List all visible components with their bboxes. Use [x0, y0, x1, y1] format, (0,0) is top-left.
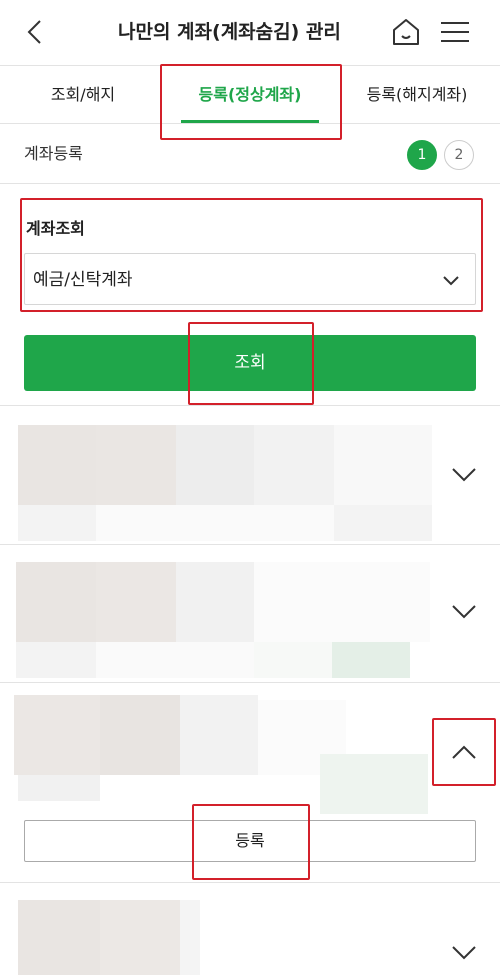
back-button[interactable]	[22, 16, 50, 48]
divider	[0, 682, 500, 683]
step-title: 계좌등록	[24, 144, 83, 163]
chevron-down-icon[interactable]	[450, 943, 478, 963]
chevron-left-icon	[27, 20, 41, 44]
chevron-down-icon[interactable]	[450, 465, 478, 485]
app-header: 나만의 계좌(계좌숨김) 관리	[0, 0, 500, 66]
tab-register-normal[interactable]: 등록(정상계좌)	[166, 66, 334, 124]
home-button[interactable]	[390, 16, 422, 48]
account-type-select[interactable]: 예금/신탁계좌	[24, 253, 476, 305]
masked-account-info	[18, 505, 96, 541]
masked-account-info	[14, 695, 100, 775]
tab-inquiry-cancel[interactable]: 조회/해지	[0, 66, 166, 124]
masked-account-info	[254, 425, 334, 505]
masked-account-info	[96, 562, 176, 642]
divider	[0, 882, 500, 883]
page-title: 나만의 계좌(계좌숨김) 관리	[118, 21, 341, 43]
masked-account-info	[96, 505, 334, 541]
masked-account-info	[180, 695, 258, 775]
masked-account-info	[320, 754, 428, 814]
masked-account-info	[18, 775, 100, 801]
step-header: 계좌등록 1 2	[0, 124, 500, 184]
masked-account-info	[18, 900, 100, 975]
masked-account-info	[16, 562, 96, 642]
chevron-down-icon[interactable]	[450, 602, 478, 622]
step-indicator-2: 2	[444, 140, 474, 170]
hamburger-menu-icon	[441, 22, 469, 42]
masked-account-info	[334, 425, 432, 505]
register-button[interactable]: 등록	[24, 820, 476, 862]
home-icon	[393, 19, 419, 45]
masked-account-info	[100, 695, 180, 775]
masked-account-info	[16, 642, 96, 678]
masked-account-info	[18, 425, 96, 505]
chevron-up-icon[interactable]	[450, 742, 478, 762]
step-indicator-1: 1	[407, 140, 437, 170]
account-type-value: 예금/신탁계좌	[33, 270, 133, 290]
tab-register-closed[interactable]: 등록(해지계좌)	[334, 66, 500, 124]
masked-account-info	[96, 642, 254, 678]
chevron-down-icon	[443, 276, 459, 286]
masked-account-info	[254, 642, 332, 678]
divider	[0, 544, 500, 545]
masked-account-info	[180, 900, 200, 975]
masked-account-info	[176, 425, 254, 505]
masked-account-info	[96, 425, 176, 505]
divider	[0, 405, 500, 406]
masked-account-info	[254, 562, 430, 642]
masked-account-info	[100, 900, 180, 975]
active-tab-indicator	[181, 120, 319, 123]
menu-button[interactable]	[438, 16, 472, 48]
tab-bar: 조회/해지 등록(정상계좌) 등록(해지계좌)	[0, 66, 500, 124]
account-query-label: 계좌조회	[26, 219, 85, 238]
masked-account-info	[176, 562, 254, 642]
search-button[interactable]: 조회	[24, 335, 476, 391]
masked-account-info	[334, 505, 432, 541]
masked-account-info	[332, 642, 410, 678]
